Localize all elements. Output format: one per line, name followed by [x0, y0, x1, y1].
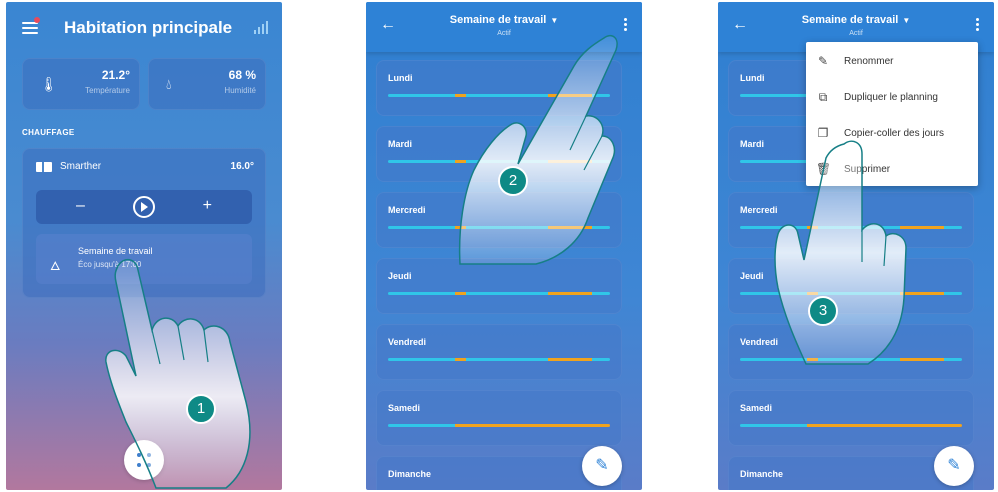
- comfort-segment: [388, 292, 455, 295]
- eco-segment: [454, 358, 466, 361]
- schedule-title[interactable]: Semaine de travail ▼: [366, 14, 642, 26]
- tutorial-stage: Habitation principale 🌡︎ 21.2° Températu…: [0, 0, 998, 492]
- comfort-segment: [465, 292, 548, 295]
- comfort-segment: [388, 160, 455, 163]
- pencil-icon: ✎: [947, 457, 961, 474]
- menu-item-duplicate[interactable]: ⧉ Dupliquer le planning: [806, 80, 978, 116]
- comfort-segment: [388, 424, 455, 427]
- phone-schedule-menu-screen: ← Semaine de travail ▼ Actif Lundi Mardi Me…: [718, 2, 994, 490]
- hamburger-menu-icon[interactable]: [22, 22, 38, 34]
- day-name: Lundi: [740, 73, 765, 83]
- notification-dot: [34, 17, 40, 23]
- droplet-icon: 💧︎: [166, 76, 172, 92]
- menu-item-label: Dupliquer le planning: [844, 92, 938, 103]
- eco-segment: [806, 424, 962, 427]
- comfort-segment: [944, 292, 962, 295]
- edit-button[interactable]: ✎: [582, 446, 622, 486]
- pencil-icon: ✎: [595, 457, 609, 474]
- menu-item-label: Renommer: [844, 56, 894, 67]
- step-badge-1: 1: [186, 394, 216, 424]
- day-name: Dimanche: [740, 469, 784, 479]
- comfort-segment: [388, 94, 455, 97]
- comfort-segment: [592, 358, 610, 361]
- more-options-icon[interactable]: [976, 18, 980, 32]
- day-name: Samedi: [388, 403, 421, 413]
- menu-item-rename[interactable]: ✎ Renommer: [806, 44, 978, 80]
- day-name: Mercredi: [388, 205, 426, 215]
- comfort-segment: [740, 94, 807, 97]
- pointing-hand-icon: [754, 138, 934, 368]
- day-row-samedi[interactable]: Samedi: [728, 390, 974, 446]
- device-name: Smarther: [60, 161, 102, 172]
- eco-segment: [547, 358, 593, 361]
- humidity-value: 68 %: [228, 68, 256, 82]
- home-header: Habitation principale: [6, 2, 282, 52]
- pointing-hand-icon: [456, 32, 636, 272]
- schedule-title[interactable]: Semaine de travail ▼: [718, 14, 994, 26]
- decrease-button[interactable]: –: [76, 197, 85, 215]
- more-options-icon[interactable]: [624, 18, 628, 32]
- comfort-segment: [944, 358, 962, 361]
- humidity-label: Humidité: [224, 86, 256, 95]
- day-name: Samedi: [740, 403, 773, 413]
- eco-segment: [454, 292, 466, 295]
- schedule-bar: [740, 424, 962, 427]
- day-name: Dimanche: [388, 469, 432, 479]
- thermometer-icon: 🌡︎: [40, 76, 58, 92]
- play-mode-icon[interactable]: [133, 196, 155, 218]
- humidity-card[interactable]: 💧︎ 68 % Humidité: [148, 58, 266, 110]
- schedule-title-text: Semaine de travail: [801, 14, 899, 26]
- schedule-bar: [388, 358, 610, 361]
- thermostat-controls: – +: [36, 190, 252, 224]
- signal-bars-icon[interactable]: [254, 20, 268, 34]
- comfort-segment: [592, 292, 610, 295]
- schedule-status: Actif: [849, 30, 863, 37]
- day-name: Lundi: [388, 73, 413, 83]
- eco-segment: [547, 292, 593, 295]
- day-row-samedi[interactable]: Samedi: [376, 390, 622, 446]
- page-title: Habitation principale: [64, 18, 233, 37]
- temperature-label: Température: [85, 86, 130, 95]
- comfort-segment: [388, 358, 455, 361]
- section-heating-label: CHAUFFAGE: [22, 128, 75, 137]
- increase-button[interactable]: +: [203, 197, 212, 215]
- duplicate-icon: ⧉: [818, 90, 828, 104]
- phone-schedule-screen: ← Semaine de travail ▼ Actif Lundi Mardi Me…: [366, 2, 642, 490]
- comfort-segment: [465, 358, 548, 361]
- day-row-vendredi[interactable]: Vendredi: [376, 324, 622, 380]
- day-name: Vendredi: [388, 337, 427, 347]
- eco-segment: [454, 424, 610, 427]
- device-temperature: 16.0°: [230, 161, 254, 172]
- phone-home-screen: Habitation principale 🌡︎ 21.2° Températu…: [6, 2, 282, 490]
- step-badge-2: 2: [498, 166, 528, 196]
- day-name: Jeudi: [388, 271, 412, 281]
- thermostat-device-icon: [36, 162, 52, 172]
- caret-down-icon: ▼: [902, 16, 911, 25]
- flame-icon: 🜂: [50, 259, 61, 273]
- step-badge-3: 3: [808, 296, 838, 326]
- day-name: Mardi: [388, 139, 413, 149]
- schedule-bar: [388, 424, 610, 427]
- caret-down-icon: ▼: [550, 16, 559, 25]
- comfort-segment: [388, 226, 455, 229]
- schedule-bar: [388, 292, 610, 295]
- edit-button[interactable]: ✎: [934, 446, 974, 486]
- comfort-segment: [740, 424, 807, 427]
- pointing-hand-icon: [96, 252, 276, 490]
- comfort-segment: [944, 226, 962, 229]
- temperature-value: 21.2°: [101, 68, 130, 82]
- pencil-icon: ✎: [817, 54, 829, 68]
- schedule-title-text: Semaine de travail: [449, 14, 547, 26]
- temperature-card[interactable]: 🌡︎ 21.2° Température: [22, 58, 140, 110]
